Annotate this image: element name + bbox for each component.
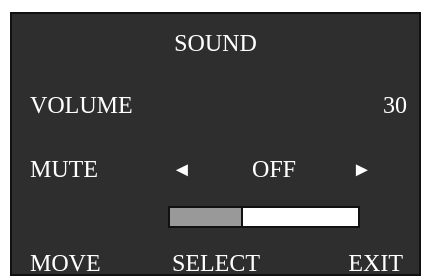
volume-level-fill xyxy=(170,208,244,226)
select-hint: SELECT xyxy=(172,251,260,277)
volume-value: 30 xyxy=(383,93,407,119)
right-arrow-icon[interactable]: ► xyxy=(352,156,372,184)
volume-label[interactable]: VOLUME xyxy=(30,92,133,120)
move-hint: MOVE xyxy=(30,251,101,277)
mute-label[interactable]: MUTE xyxy=(30,156,98,184)
exit-hint: EXIT xyxy=(348,251,403,277)
volume-level-bar[interactable] xyxy=(168,206,360,228)
menu-title: SOUND xyxy=(174,31,257,57)
sound-osd-menu: SOUND VOLUME 30 MUTE ◄ OFF ► MOVE SELECT… xyxy=(10,12,421,277)
left-arrow-icon[interactable]: ◄ xyxy=(172,156,192,184)
mute-value: OFF xyxy=(252,157,297,183)
